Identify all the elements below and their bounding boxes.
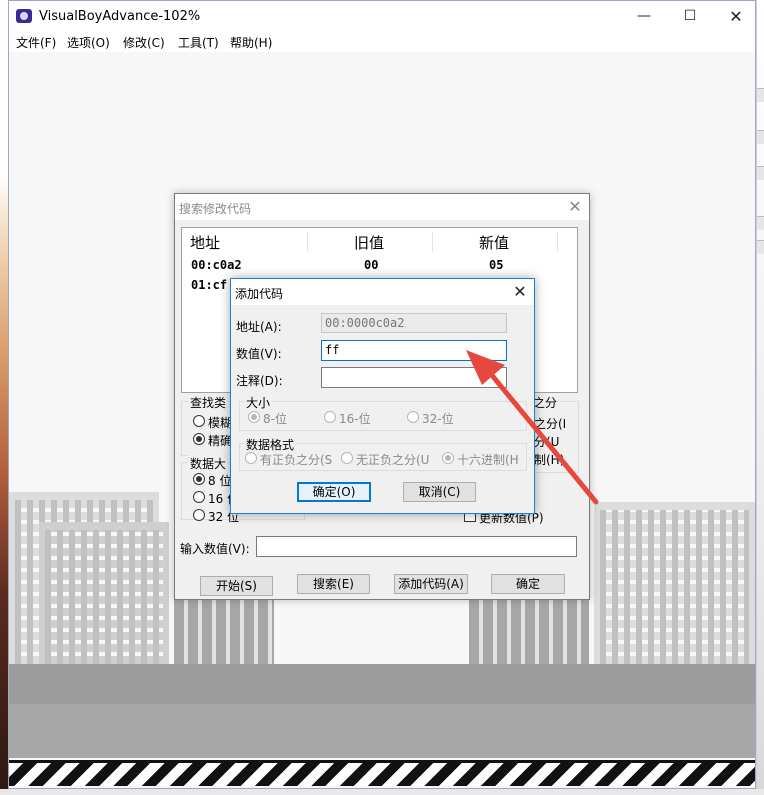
size-radio-8[interactable] — [248, 411, 260, 423]
add-code-dialog: 添加代码 ✕ 地址(A): 00:0000c0a2 数值(V): ff 注释(D… — [230, 278, 535, 514]
format-hex-label: 十六进制(H — [457, 453, 519, 467]
size-radio-16[interactable] — [324, 411, 336, 423]
add-cancel-button[interactable]: 取消(C) — [403, 482, 476, 502]
value-label: 数值(V): — [236, 347, 282, 361]
number-format-label: 之分 — [531, 394, 560, 411]
add-dialog-title: 添加代码 — [235, 287, 284, 301]
size-group-label: 大小 — [244, 394, 273, 411]
format-radio-hex[interactable] — [442, 452, 454, 464]
search-type-fuzzy-label: 模糊 — [208, 416, 233, 430]
add-ok-button[interactable]: 确定(O) — [297, 482, 371, 502]
row-address[interactable]: 01:cf — [191, 278, 227, 292]
search-dialog-title-bar[interactable]: 搜索修改代码 ✕ — [175, 194, 589, 220]
data-size-radio-16[interactable] — [193, 491, 205, 503]
size-16-label: 16-位 — [339, 412, 371, 426]
add-dialog-title-bar[interactable]: 添加代码 ✕ — [231, 279, 534, 305]
ok-button[interactable]: 确定 — [491, 574, 565, 594]
pixel-sign — [174, 600, 274, 664]
data-size-8-label: 8 位 — [208, 474, 232, 488]
striped-floor — [9, 760, 755, 786]
format-unsigned-label[interactable]: 分(U — [534, 433, 559, 450]
taskbar-strip — [0, 789, 764, 795]
size-radio-32[interactable] — [407, 411, 419, 423]
row-new-value: 05 — [489, 258, 504, 272]
ground-layer — [9, 704, 755, 758]
search-button[interactable]: 搜索(E) — [297, 574, 370, 594]
background-window-fragment — [757, 216, 764, 230]
search-type-exact-label: 精确 — [208, 434, 233, 448]
pixel-building — [594, 502, 755, 672]
data-size-radio-32[interactable] — [193, 509, 205, 521]
input-value-label: 输入数值(V): — [180, 542, 250, 556]
add-dialog-close-button[interactable]: ✕ — [509, 282, 531, 302]
input-value-field[interactable] — [256, 536, 577, 557]
maximize-button[interactable]: ☐ — [667, 1, 713, 32]
size-8-label: 8-位 — [263, 412, 287, 426]
menu-bar: 文件(F) 选项(O) 修改(C) 工具(T) 帮助(H) — [9, 32, 755, 52]
row-old-value: 00 — [364, 258, 379, 272]
format-signed-label[interactable]: 之分(I — [534, 415, 566, 432]
column-header-old-value[interactable]: 旧值 — [354, 232, 433, 252]
title-bar[interactable]: VisualBoyAdvance-102% — ☐ ✕ — [9, 1, 755, 32]
note-label: 注释(D): — [236, 374, 283, 388]
search-type-radio-exact[interactable] — [193, 433, 205, 445]
desktop-background-right — [756, 0, 764, 795]
value-field[interactable]: ff — [321, 340, 507, 361]
ground-layer — [9, 664, 755, 704]
column-header-new-value[interactable]: 新值 — [479, 232, 558, 252]
gameboy-app-icon — [16, 9, 32, 23]
format-hex-label[interactable]: 制(H) — [534, 451, 564, 468]
address-label: 地址(A): — [236, 320, 282, 334]
menu-cheats[interactable]: 修改(C) — [123, 34, 165, 51]
menu-tools[interactable]: 工具(T) — [178, 34, 219, 51]
format-radio-unsigned[interactable] — [341, 452, 353, 464]
background-window-fragment — [757, 166, 764, 180]
pixel-sign — [469, 600, 589, 664]
search-type-radio-fuzzy[interactable] — [193, 415, 205, 427]
background-window-fragment — [757, 88, 764, 102]
minimize-button[interactable]: — — [621, 1, 667, 32]
data-size-label: 数据大 — [188, 455, 229, 472]
search-dialog-title: 搜索修改代码 — [179, 202, 252, 216]
address-field: 00:0000c0a2 — [321, 313, 507, 333]
menu-file[interactable]: 文件(F) — [16, 34, 56, 51]
note-field[interactable] — [321, 367, 507, 388]
background-window-fragment — [757, 130, 764, 144]
window-title: VisualBoyAdvance-102% — [39, 9, 201, 24]
menu-options[interactable]: 选项(O) — [67, 34, 110, 51]
format-signed-label: 有正负之分(S — [260, 453, 333, 467]
search-type-label: 查找类 — [188, 394, 229, 411]
background-window-fragment — [757, 240, 764, 254]
format-unsigned-label: 无正负之分(U — [356, 453, 430, 467]
start-button[interactable]: 开始(S) — [200, 576, 273, 596]
data-size-radio-8[interactable] — [193, 473, 205, 485]
size-32-label: 32-位 — [422, 412, 454, 426]
close-button[interactable]: ✕ — [713, 1, 759, 32]
add-code-button[interactable]: 添加代码(A) — [394, 574, 468, 594]
pixel-building — [39, 522, 169, 672]
column-header-address[interactable]: 地址 — [190, 232, 308, 252]
search-dialog-close-button[interactable]: ✕ — [564, 197, 586, 217]
format-radio-signed[interactable] — [245, 452, 257, 464]
row-address[interactable]: 00:c0a2 — [191, 258, 242, 272]
menu-help[interactable]: 帮助(H) — [230, 34, 272, 51]
